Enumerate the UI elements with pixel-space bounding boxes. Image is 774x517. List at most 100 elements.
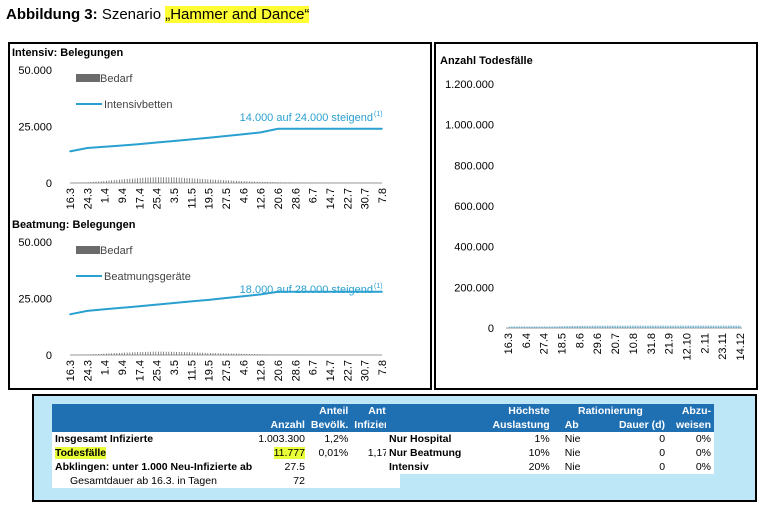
beatmung-capacity-point <box>207 299 210 301</box>
beatmung-bedarf-bar <box>116 353 118 355</box>
todes-bar <box>686 325 688 328</box>
intensiv-bedarf-bar <box>207 179 209 183</box>
todes-bar <box>713 325 714 328</box>
intensiv-bedarf-bar <box>233 180 235 183</box>
beatmung-bedarf-bar <box>194 352 196 355</box>
todes-xtick: 12.10 <box>681 333 693 361</box>
intensiv-bedarf-bar <box>113 180 115 183</box>
beatmung-capacity-point <box>381 290 383 293</box>
intensiv-capacity-point <box>242 133 245 135</box>
intensiv-bedarf-bar <box>259 181 261 183</box>
todes-bar <box>708 325 709 328</box>
todes-bar <box>638 325 640 328</box>
beatmung-annotation-note: (1) <box>374 283 383 290</box>
intensiv-bedarf-bar <box>243 181 245 183</box>
intensiv-capacity-point <box>190 138 193 141</box>
todes-bar <box>517 326 519 328</box>
beatmung-ytick: 25.000 <box>18 294 52 306</box>
beatmung-bedarf-bar <box>217 353 219 355</box>
intensiv-xtick: 9.4 <box>117 188 129 203</box>
beatmung-bedarf-bar <box>223 353 224 355</box>
todes-bar <box>656 325 658 328</box>
intensiv-bedarf-bar <box>165 177 167 183</box>
todes-bar <box>525 326 527 328</box>
todes-bar <box>554 326 555 328</box>
todes-bar <box>681 325 683 328</box>
intensiv-bedarf-bar <box>129 178 131 183</box>
todes-bar <box>527 326 529 328</box>
todes-bar <box>572 325 574 328</box>
intensiv-bedarf-bar <box>150 177 151 183</box>
todes-bar <box>615 325 617 328</box>
todes-bar <box>618 325 620 328</box>
todes-bar <box>645 325 646 328</box>
todes-xtick: 14.12 <box>735 333 747 361</box>
todes-bar <box>683 325 685 328</box>
todes-bar <box>540 326 542 328</box>
intensiv-capacity-point <box>381 127 383 130</box>
capacity-row-intensiv: Intensiv 20% Nie 0 0% <box>386 460 714 474</box>
intensiv-bedarf-bar <box>184 177 185 183</box>
intensiv-capacity-point <box>311 127 314 130</box>
intensiv-xtick: 16.3 <box>65 188 77 209</box>
intensiv-bedarf-bar <box>282 182 284 183</box>
todes-bar <box>666 325 668 328</box>
summary-row-gesamtdauer-label: Gesamtdauer ab 16.3. in Tagen <box>70 475 217 487</box>
todes-ytick: 200.000 <box>454 282 494 294</box>
capacity-header-rationierung: Rationierung <box>552 404 669 418</box>
beatmung-bedarf-bar <box>251 354 253 355</box>
intensiv-bedarf-bar <box>176 177 177 183</box>
intensiv-bedarf-bar <box>238 180 240 183</box>
summary-header-anzahl-label: Anzahl <box>255 418 308 432</box>
tables-panel: Anteil Anteil Anzahl Bevölk. Infizierte … <box>32 394 757 502</box>
todes-bar <box>691 325 693 328</box>
todes-bar <box>605 325 607 328</box>
beatmung-bedarf-bar <box>171 351 172 355</box>
intensiv-bedarf-bar <box>95 181 97 183</box>
todes-bar <box>726 325 728 328</box>
beatmung-bedarf-bar <box>267 354 268 355</box>
intensiv-xtick: 3.5 <box>169 188 181 203</box>
todes-bar <box>578 325 580 328</box>
beatmung-bedarf-bar <box>184 352 185 355</box>
todes-bar <box>706 325 708 328</box>
intensiv-xtick: 4.6 <box>238 188 250 203</box>
todes-bar <box>684 325 686 328</box>
capacity-row-hospital-auslastung: 1% <box>534 433 550 445</box>
beatmung-capacity-point <box>155 303 158 306</box>
beatmung-bedarf-bar <box>246 353 248 355</box>
todes-ytick: 600.000 <box>454 201 494 213</box>
intensiv-capacity-point <box>225 135 227 137</box>
capacity-table: Höchste Rationierung Abzu- Auslastung Ab… <box>386 404 714 474</box>
beatmung-ytick: 0 <box>46 350 52 362</box>
intensiv-bedarf-bar <box>145 177 146 183</box>
beatmung-bedarf-bar <box>186 352 188 355</box>
todes-bar <box>612 325 613 328</box>
intensiv-bedarf-bar <box>178 177 180 183</box>
todes-bar <box>545 326 547 328</box>
todes-bar <box>640 325 641 328</box>
todes-bar <box>549 326 550 328</box>
todes-ytick: 800.000 <box>454 160 494 172</box>
todes-bar <box>709 325 711 328</box>
intensiv-xtick: 20.6 <box>273 188 285 209</box>
todes-bar <box>558 326 560 328</box>
summary-row-gesamtdauer-anzahl: 72 <box>293 475 305 487</box>
todes-bar <box>729 325 731 328</box>
intensiv-bedarf-bar <box>189 178 190 183</box>
summary-row-todesfaelle-label: Todesfälle <box>55 447 107 459</box>
intensiv-xtick: 7.8 <box>377 188 389 203</box>
beatmung-bedarf-bar <box>119 352 120 355</box>
todes-bar <box>703 325 704 328</box>
intensiv-bedarf-bar <box>267 182 268 183</box>
intensiv-bedarf-bar <box>132 178 133 183</box>
beatmung-xtick: 28.6 <box>290 360 302 381</box>
todes-bar <box>625 325 627 328</box>
capacity-row-beatmung: Nur Beatmung 10% Nie 0 0% <box>386 446 714 460</box>
todes-bar <box>603 325 605 328</box>
intensiv-bedarf-bar <box>82 182 84 183</box>
intensiv-bedarf-bar <box>277 182 279 183</box>
todes-bar <box>631 325 633 328</box>
todes-bar <box>674 325 676 328</box>
capacity-row-hospital-ab: Nie <box>564 433 581 445</box>
